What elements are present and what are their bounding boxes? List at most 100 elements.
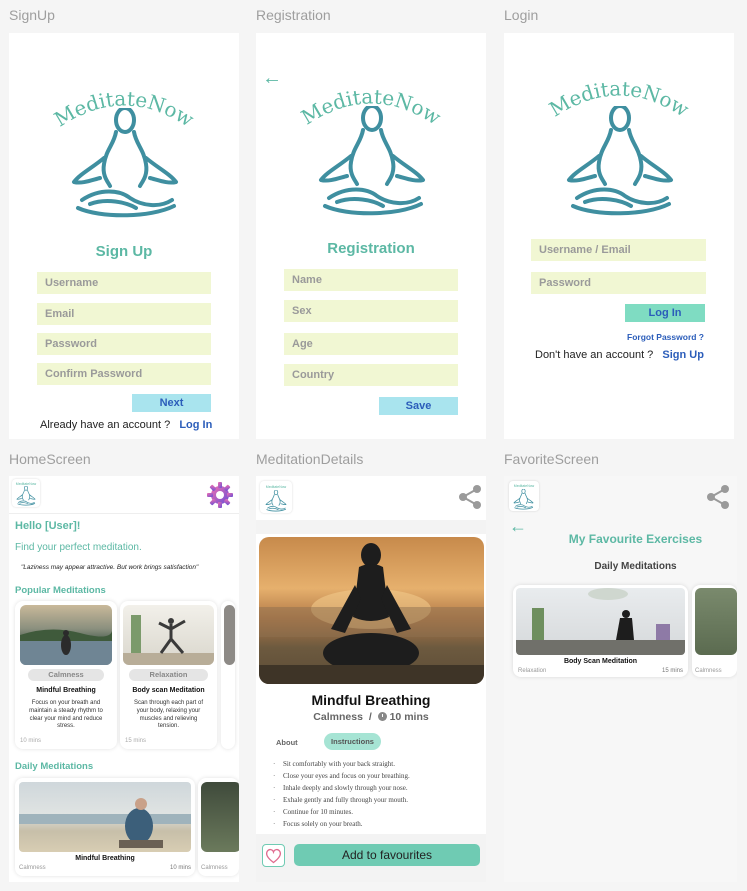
frame-label-signup: SignUp — [9, 7, 55, 23]
mini-logo: MeditateNow — [509, 481, 539, 511]
duration-label: 10 mins — [389, 711, 429, 723]
page-title: Sign Up — [95, 243, 153, 260]
save-button[interactable]: Save — [379, 397, 458, 415]
share-icon[interactable] — [705, 484, 731, 510]
no-account-text: Don't have an account ? Sign Up — [535, 349, 704, 361]
signup-screen: MeditateNow Sign Up Username Email Passw… — [9, 33, 239, 439]
card-image — [123, 605, 214, 665]
category-chip: Calmness — [28, 669, 104, 681]
meditation-meta: Calmness / 10 mins — [256, 711, 486, 723]
card-image — [695, 588, 737, 655]
card-duration: 10 mins — [169, 865, 191, 871]
instruction-item: Sit comfortably with your back straight. — [273, 760, 395, 768]
beach-illustration — [19, 798, 191, 848]
daily-card-partial[interactable]: Calmness — [198, 778, 239, 876]
frame-label-favorite: FavoriteScreen — [504, 451, 599, 467]
category-chip: Relaxation — [129, 669, 208, 681]
add-to-favourites-button[interactable]: Add to favourites — [294, 844, 480, 866]
instruction-item: Continue for 10 minutes. — [273, 808, 353, 816]
popular-card[interactable]: Relaxation Body scan Meditation Scan thr… — [120, 601, 217, 749]
card-duration: 10 mins — [20, 738, 42, 744]
favorite-card[interactable]: Body Scan Meditation Relaxation 15 mins — [513, 585, 688, 677]
login-link[interactable]: Log In — [179, 419, 212, 431]
heart-button[interactable] — [262, 844, 285, 867]
category-label: Calmness — [313, 711, 363, 723]
login-button[interactable]: Log In — [625, 304, 705, 322]
meditation-figure-icon — [567, 106, 673, 216]
frame-label-registration: Registration — [256, 7, 331, 23]
username-email-field[interactable]: Username / Email — [531, 239, 706, 261]
card-title: Mindful Breathing — [36, 687, 96, 694]
gear-icon[interactable] — [205, 480, 235, 510]
yoga-illustration — [123, 615, 214, 665]
confirm-password-field[interactable]: Confirm Password — [37, 363, 211, 385]
card-category: Calmness — [695, 668, 722, 674]
mini-logo: MeditateNow — [260, 481, 292, 513]
card-category: Calmness — [19, 865, 46, 871]
instruction-item: Focus solely on your breath. — [273, 820, 362, 828]
greeting: Hello [User]! — [15, 520, 81, 532]
subtitle: Find your perfect meditation. — [15, 542, 142, 553]
card-image — [516, 588, 685, 655]
card-image — [20, 605, 112, 665]
have-account-label: Already have an account ? — [40, 419, 171, 431]
meditation-figure-icon — [265, 490, 287, 512]
section-subtitle: Daily Meditations — [594, 561, 677, 572]
card-title: Body scan Meditation — [132, 687, 205, 694]
forgot-password-link[interactable]: Forgot Password ? — [627, 332, 704, 342]
meditation-figure-icon — [72, 108, 178, 218]
card-description: Focus on your breath and maintain a stea… — [29, 700, 103, 730]
mini-logo-text: MeditateNow — [265, 485, 287, 489]
sunset-meditation-illustration — [259, 543, 484, 684]
popular-card[interactable]: Calmness Mindful Breathing Focus on your… — [15, 601, 117, 749]
meditation-title: Mindful Breathing — [311, 692, 431, 708]
home-screen: MeditateNow Hello [User]! Find your perf… — [9, 476, 239, 882]
popular-card-partial[interactable] — [221, 601, 235, 749]
card-title: Mindful Breathing — [75, 855, 135, 862]
quote: "Laziness may appear attractive. But wor… — [21, 564, 199, 571]
name-field[interactable]: Name — [284, 269, 458, 291]
password-field[interactable]: Password — [37, 333, 211, 355]
clock-icon — [377, 712, 387, 721]
page-title: Registration — [327, 240, 415, 257]
studio-illustration — [516, 588, 685, 655]
age-field[interactable]: Age — [284, 333, 458, 355]
back-arrow-icon[interactable]: ← — [262, 67, 282, 90]
have-account-text: Already have an account ? Log In — [40, 419, 212, 431]
frame-label-home: HomeScreen — [9, 451, 91, 467]
card-image — [201, 782, 239, 852]
country-field[interactable]: Country — [284, 364, 458, 386]
signup-link[interactable]: Sign Up — [662, 349, 704, 361]
lake-illustration — [20, 629, 112, 665]
login-screen: MeditateNow Username / Email Password Lo… — [504, 33, 734, 439]
share-icon[interactable] — [457, 484, 483, 510]
no-account-label: Don't have an account ? — [535, 349, 654, 361]
tab-instructions[interactable]: Instructions — [324, 733, 381, 750]
mini-logo: MeditateNow — [12, 479, 40, 507]
heart-icon — [265, 848, 282, 864]
card-duration: 15 mins — [125, 738, 147, 744]
page-title: My Favourite Exercises — [568, 532, 703, 546]
frame-label-details: MeditationDetails — [256, 451, 364, 467]
mini-logo-text: MeditateNow — [513, 484, 535, 488]
meditation-figure-icon — [513, 489, 534, 510]
daily-section-title: Daily Meditations — [15, 761, 94, 772]
next-button[interactable]: Next — [132, 394, 211, 412]
details-screen: MeditateNow Mindful Breathing Calmness /… — [256, 476, 486, 882]
sex-field[interactable]: Sex — [284, 300, 458, 322]
card-category: Relaxation — [518, 668, 547, 674]
card-image — [224, 605, 235, 665]
tab-about[interactable]: About — [276, 738, 298, 747]
instruction-item: Exhale gently and fully through your mou… — [273, 796, 408, 804]
meta-separator: / — [368, 711, 372, 723]
popular-section-title: Popular Meditations — [15, 585, 106, 596]
username-field[interactable]: Username — [37, 272, 211, 294]
favorite-card-partial[interactable]: Calmness — [692, 585, 737, 677]
meditation-figure-icon — [319, 106, 425, 216]
card-category: Calmness — [201, 865, 228, 871]
instruction-item: Close your eyes and focus on your breath… — [273, 772, 410, 780]
email-field[interactable]: Email — [37, 303, 211, 325]
card-duration: 15 mins — [661, 668, 683, 674]
password-field[interactable]: Password — [531, 272, 706, 294]
daily-card[interactable]: Mindful Breathing Calmness 10 mins — [15, 778, 195, 876]
